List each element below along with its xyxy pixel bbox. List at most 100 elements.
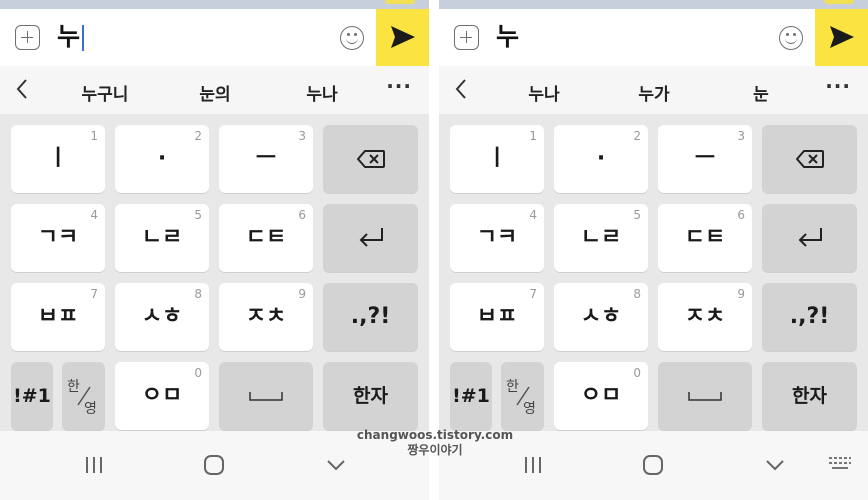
language-toggle-key[interactable]: 한 영 [501, 362, 544, 430]
recent-apps-icon[interactable] [523, 455, 543, 475]
chevron-down-icon[interactable] [325, 455, 347, 475]
young-label: 영 [84, 401, 97, 417]
message-input-bar: 누 [439, 9, 868, 66]
key-3[interactable]: ㅡ3 [219, 125, 313, 193]
key-label: ㅅㅎ [141, 304, 183, 329]
key-number: 4 [90, 208, 98, 222]
key-number: 7 [90, 287, 98, 301]
key-label: · [596, 146, 606, 171]
smiley-icon[interactable] [779, 26, 803, 50]
key-label: ㅡ [255, 146, 277, 171]
keyboard: ㅣ1 · 2 ㅡ3 ㄱㅋ 4 ㄴㄹ 5 ㄷㅌ 6 ㅂㅍ 7 ㅅㅎ 8 ㅈㅊ 9 .,?! !#… [439, 114, 868, 431]
space-key[interactable] [219, 362, 313, 430]
suggestion-3[interactable]: 눈 [721, 80, 801, 105]
keyboard-screen-left: 누 누구니 눈의 누나 ··· ㅣ1 · 2 ㅡ3 ㄱㅋ 4 ㄴㄹ 5 ㄷㅌ 6 ㅂㅍ 7… [0, 0, 429, 500]
plus-square-icon[interactable] [454, 25, 479, 50]
keyboard: ㅣ1 · 2 ㅡ3 ㄱㅋ 4 ㄴㄹ 5 ㄷㅌ 6 ㅂㅍ 7 ㅅㅎ 8 ㅈㅊ 9 .,?! !#… [0, 114, 429, 431]
suggestion-2[interactable]: 누가 [614, 80, 694, 105]
smiley-icon[interactable] [340, 26, 364, 50]
symbols-key[interactable]: !#1 [11, 362, 53, 430]
key-number: 3 [737, 129, 745, 143]
backspace-icon [795, 150, 824, 168]
punctuation-key[interactable]: .,?! [323, 283, 418, 351]
key-label: ㄱㅋ [476, 225, 518, 250]
more-options-icon[interactable]: ··· [386, 74, 412, 98]
key-0[interactable]: ㅇㅁ 0 [115, 362, 209, 430]
more-options-icon[interactable]: ··· [825, 74, 851, 98]
key-label: .,?! [789, 304, 830, 329]
home-icon[interactable] [203, 455, 225, 475]
key-label: ㅣ [47, 146, 69, 171]
key-2[interactable]: · 2 [554, 125, 648, 193]
enter-return-icon [359, 228, 383, 247]
chevron-left-icon[interactable] [455, 78, 467, 100]
key-9[interactable]: ㅈㅊ 9 [658, 283, 752, 351]
key-0[interactable]: ㅇㅁ 0 [554, 362, 648, 430]
backspace-key[interactable] [762, 125, 857, 193]
key-8[interactable]: ㅅㅎ 8 [115, 283, 209, 351]
key-label: ㅇㅁ [141, 383, 183, 408]
key-label: ㅈㅊ [245, 304, 287, 329]
space-bar-icon [249, 392, 283, 401]
enter-key[interactable] [323, 204, 418, 272]
message-input[interactable]: 누 [496, 21, 519, 53]
status-strip [0, 0, 429, 9]
backspace-icon [356, 150, 385, 168]
symbols-key[interactable]: !#1 [450, 362, 492, 430]
key-6[interactable]: ㄷㅌ 6 [219, 204, 313, 272]
punctuation-key[interactable]: .,?! [762, 283, 857, 351]
enter-key[interactable] [762, 204, 857, 272]
key-number: 6 [298, 208, 306, 222]
keyboard-screen-right: 누 누나 누가 눈 ··· ㅣ1 · 2 ㅡ3 ㄱㅋ 4 ㄴㄹ 5 ㄷㅌ 6 ㅂㅍ 7 ㅅ… [439, 0, 868, 500]
young-label: 영 [523, 401, 536, 417]
send-button[interactable] [815, 9, 868, 66]
panel-divider [429, 0, 439, 500]
chevron-down-icon[interactable] [764, 455, 786, 475]
suggestion-3[interactable]: 누나 [282, 80, 362, 105]
message-input-bar: 누 [0, 9, 429, 66]
recent-apps-icon[interactable] [84, 455, 104, 475]
suggestion-1[interactable]: 누나 [504, 80, 584, 105]
key-number: 1 [529, 129, 537, 143]
language-toggle-key[interactable]: 한 영 [62, 362, 105, 430]
key-7[interactable]: ㅂㅍ 7 [450, 283, 544, 351]
key-3[interactable]: ㅡ3 [658, 125, 752, 193]
key-label: 한자 [792, 384, 827, 407]
message-input[interactable]: 누 [57, 21, 80, 53]
home-icon[interactable] [642, 455, 664, 475]
key-6[interactable]: ㄷㅌ 6 [658, 204, 752, 272]
hanja-key[interactable]: 한자 [323, 362, 418, 430]
key-5[interactable]: ㄴㄹ 5 [554, 204, 648, 272]
key-1[interactable]: ㅣ1 [11, 125, 105, 193]
suggestion-1[interactable]: 누구니 [65, 80, 145, 105]
backspace-key[interactable] [323, 125, 418, 193]
chevron-left-icon[interactable] [16, 78, 28, 100]
suggestion-2[interactable]: 눈의 [175, 80, 255, 105]
key-1[interactable]: ㅣ1 [450, 125, 544, 193]
key-5[interactable]: ㄴㄹ 5 [115, 204, 209, 272]
key-number: 4 [529, 208, 537, 222]
key-number: 8 [194, 287, 202, 301]
suggestion-bar: 누구니 눈의 누나 ··· [0, 66, 429, 114]
key-label: ㄱㅋ [37, 225, 79, 250]
keyboard-icon[interactable] [828, 455, 852, 473]
key-7[interactable]: ㅂㅍ 7 [11, 283, 105, 351]
key-label: ㅣ [486, 146, 508, 171]
key-label: ㅂㅍ [476, 304, 518, 329]
key-4[interactable]: ㄱㅋ 4 [11, 204, 105, 272]
key-2[interactable]: · 2 [115, 125, 209, 193]
key-number: 0 [194, 366, 202, 380]
key-4[interactable]: ㄱㅋ 4 [450, 204, 544, 272]
key-label: ㄷㅌ [684, 225, 726, 250]
send-button[interactable] [376, 9, 429, 66]
key-label: ㄴㄹ [580, 225, 622, 250]
key-label: ㅂㅍ [37, 304, 79, 329]
key-number: 3 [298, 129, 306, 143]
status-strip [439, 0, 868, 9]
plus-square-icon[interactable] [15, 25, 40, 50]
hanja-key[interactable]: 한자 [762, 362, 857, 430]
key-8[interactable]: ㅅㅎ 8 [554, 283, 648, 351]
key-9[interactable]: ㅈㅊ 9 [219, 283, 313, 351]
key-label: ㄷㅌ [245, 225, 287, 250]
space-key[interactable] [658, 362, 752, 430]
